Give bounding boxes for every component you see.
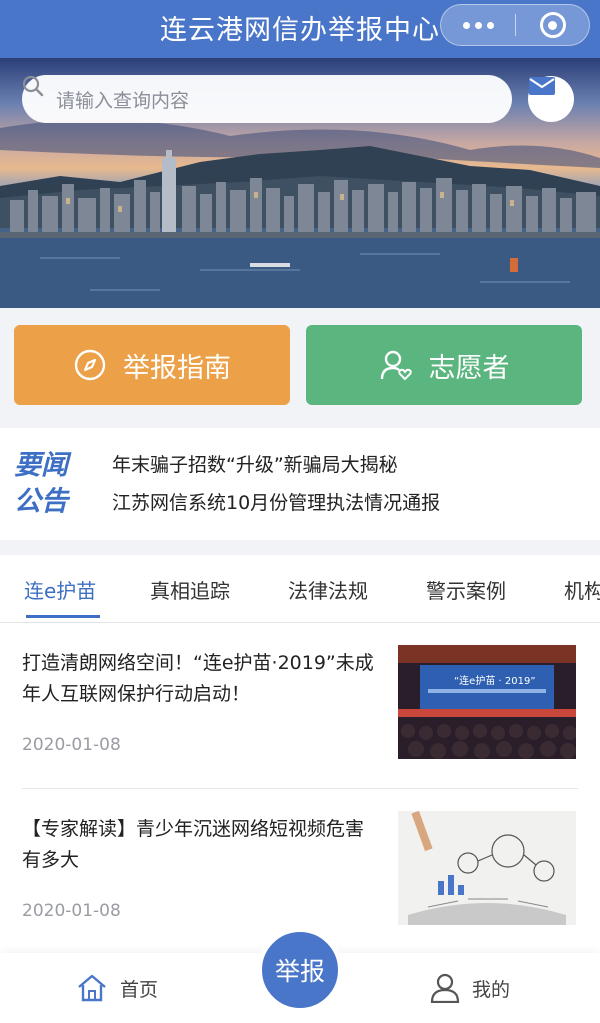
search-icon <box>22 75 44 97</box>
notice-logo-line1: 要闻 <box>14 450 68 481</box>
report-button[interactable]: 举报 <box>258 928 342 1012</box>
search-bar[interactable]: 请输入查询内容 <box>22 75 512 123</box>
dot-icon <box>474 21 482 29</box>
article-thumbnail <box>398 811 576 925</box>
news-notice-panel: 要闻 公告 年末骗子招数“升级”新骗局大揭秘 江苏网信系统10月份管理执法情况通… <box>0 428 600 540</box>
report-button-label: 举报 <box>274 957 325 986</box>
article-date: 2020-01-08 <box>22 901 121 921</box>
report-guide-button[interactable]: 举报指南 <box>14 325 290 405</box>
city-banner: 请输入查询内容 <box>0 58 600 308</box>
message-button[interactable] <box>528 76 574 122</box>
tab-institutions[interactable]: 机构 <box>564 575 600 604</box>
notice-item[interactable]: 江苏网信系统10月份管理执法情况通报 <box>112 488 440 515</box>
mini-program-capsule <box>440 4 590 46</box>
compass-icon <box>74 349 106 381</box>
nav-mine[interactable]: 我的 <box>430 973 510 1003</box>
mail-icon <box>529 77 555 95</box>
tab-lian-e-humiao[interactable]: 连e护苗 <box>24 575 96 604</box>
report-guide-label: 举报指南 <box>123 352 231 384</box>
nav-home-label: 首页 <box>120 978 159 1001</box>
target-icon <box>539 12 566 38</box>
thumbnail-banner-text: “连e护苗 · 2019” <box>454 676 536 687</box>
more-menu-button[interactable] <box>441 5 515 45</box>
volunteer-button[interactable]: 志愿者 <box>306 325 582 405</box>
active-tab-indicator <box>26 615 100 618</box>
home-icon <box>78 974 106 1002</box>
article-thumbnail: “连e护苗 · 2019” <box>398 645 576 759</box>
nav-home[interactable]: 首页 <box>76 973 158 1003</box>
search-placeholder: 请输入查询内容 <box>56 89 190 112</box>
article-date: 2020-01-08 <box>22 735 121 755</box>
category-tabs: 连e护苗 真相追踪 法律法规 警示案例 机构 <box>0 555 600 623</box>
article-title: 【专家解读】青少年沉迷网络短视频危害有多大 <box>22 818 365 871</box>
title-bar: 连云港网信办举报中心 <box>0 0 600 58</box>
tab-warning-cases[interactable]: 警示案例 <box>426 575 506 604</box>
close-miniprogram-button[interactable] <box>516 5 589 45</box>
notice-logo-line2: 公告 <box>14 486 68 517</box>
dot-icon <box>486 21 494 29</box>
news-notice-logo: 要闻 公告 <box>14 448 68 520</box>
user-heart-icon <box>380 350 412 381</box>
tab-truth-tracking[interactable]: 真相追踪 <box>150 575 230 604</box>
dot-icon <box>462 21 470 29</box>
user-icon <box>430 973 460 1003</box>
article-title: 打造清朗网络空间！“连e护苗·2019”未成年人互联网保护行动启动！ <box>22 652 374 705</box>
tab-laws[interactable]: 法律法规 <box>288 575 368 604</box>
notice-item[interactable]: 年末骗子招数“升级”新骗局大揭秘 <box>112 450 398 477</box>
nav-mine-label: 我的 <box>472 978 511 1001</box>
volunteer-label: 志愿者 <box>428 352 510 384</box>
article-item[interactable]: 【专家解读】青少年沉迷网络短视频危害有多大 2020-01-08 <box>0 789 600 949</box>
article-item[interactable]: 打造清朗网络空间！“连e护苗·2019”未成年人互联网保护行动启动！ 2020-… <box>0 623 600 789</box>
article-list: 打造清朗网络空间！“连e护苗·2019”未成年人互联网保护行动启动！ 2020-… <box>0 623 600 953</box>
